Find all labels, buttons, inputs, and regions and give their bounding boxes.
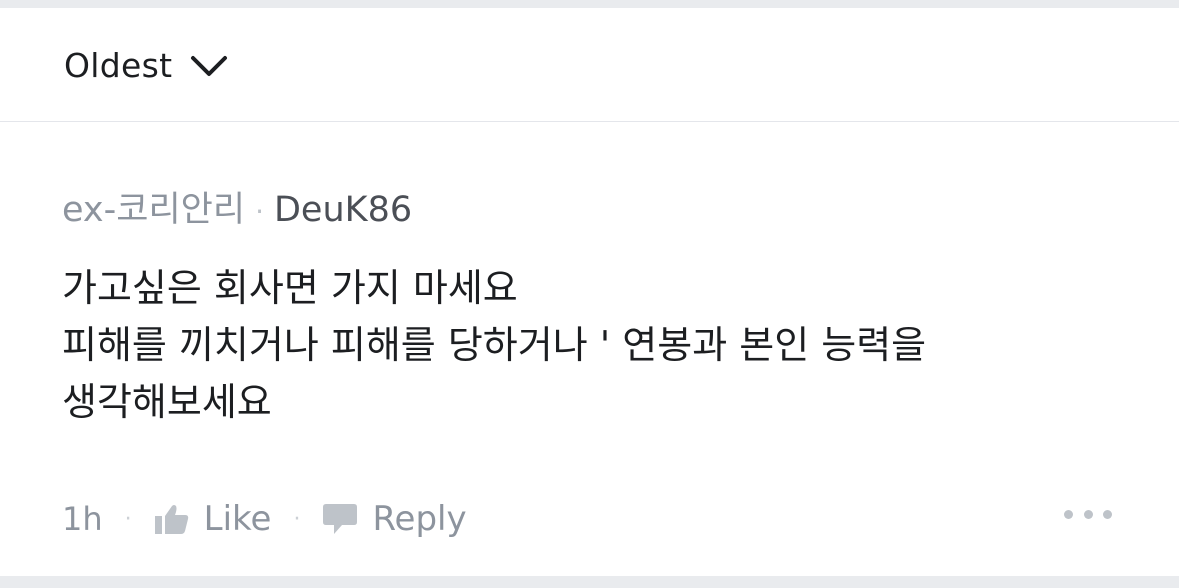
thumbs-up-icon: [154, 505, 188, 534]
meta-separator: ·: [255, 195, 264, 228]
sort-bar: Oldest: [0, 8, 1179, 122]
bottom-divider: [0, 576, 1179, 588]
comment: ex-코리안리 · DeuK86 가고싶은 회사면 가지 마세요 피해를 끼치거나 …: [62, 188, 1142, 431]
comment-company[interactable]: ex-코리안리: [62, 190, 245, 230]
reply-label: Reply: [372, 499, 467, 539]
speech-bubble-icon: [323, 504, 358, 534]
like-button[interactable]: Like: [154, 499, 272, 539]
comment-line: 가고싶은 회사면 가지 마세요: [62, 266, 518, 310]
more-options-button[interactable]: [1064, 504, 1112, 524]
more-dot-icon: [1103, 509, 1112, 519]
action-separator: ·: [124, 506, 132, 532]
sort-dropdown[interactable]: Oldest: [64, 46, 228, 85]
like-label: Like: [203, 499, 272, 539]
comment-actions: 1h · Like · Reply: [62, 494, 1112, 544]
comment-username[interactable]: DeuK86: [274, 190, 412, 230]
action-separator: ·: [293, 506, 301, 532]
chevron-down-icon: [190, 55, 228, 77]
top-divider: [0, 0, 1179, 8]
comments-panel: Oldest ex-코리안리 · DeuK86 가고싶은 회사면 가지 마세요 피해…: [0, 8, 1179, 576]
comment-line: 피해를 끼치거나 피해를 당하거나 ' 연봉과 본인 능력을: [62, 323, 927, 367]
comment-meta: ex-코리안리 · DeuK86: [62, 188, 1142, 234]
comment-line: 생각해보세요: [62, 380, 272, 424]
more-dot-icon: [1064, 509, 1073, 519]
comment-time: 1h: [62, 500, 103, 538]
more-dot-icon: [1083, 509, 1093, 519]
reply-button[interactable]: Reply: [322, 499, 467, 539]
comment-body: 가고싶은 회사면 가지 마세요 피해를 끼치거나 피해를 당하거나 ' 연봉과 …: [62, 260, 1142, 431]
sort-label: Oldest: [64, 46, 173, 85]
